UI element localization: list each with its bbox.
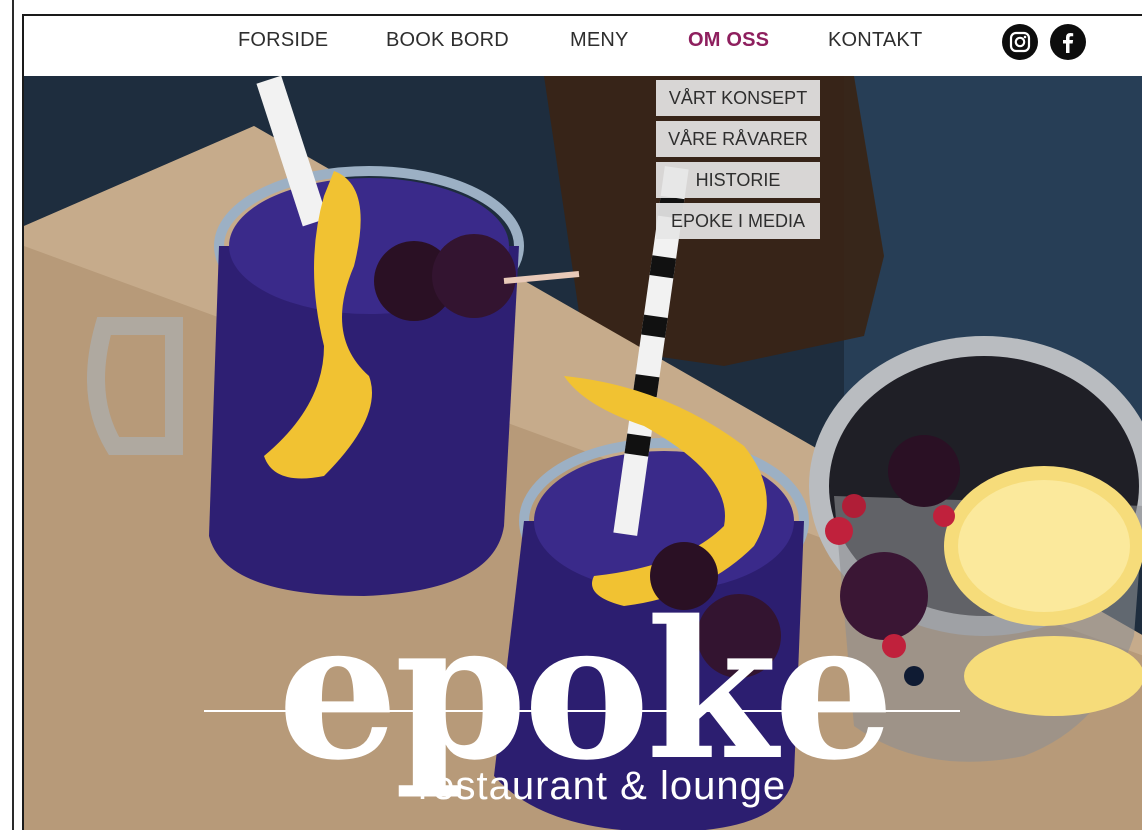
- left-edge: [0, 0, 14, 830]
- dropdown-vare-ravarer[interactable]: VÅRE RÅVARER: [656, 121, 820, 157]
- nav-book-bord[interactable]: BOOK BORD: [386, 28, 509, 52]
- instagram-icon: [1009, 31, 1031, 53]
- dropdown-epoke-i-media[interactable]: EPOKE I MEDIA: [656, 203, 820, 239]
- dropdown-vart-konsept[interactable]: VÅRT KONSEPT: [656, 80, 820, 116]
- nav-forside[interactable]: FORSIDE: [238, 28, 328, 52]
- dropdown-historie[interactable]: HISTORIE: [656, 162, 820, 198]
- om-oss-dropdown: VÅRT KONSEPT VÅRE RÅVARER HISTORIE EPOKE…: [656, 80, 820, 244]
- logo-tagline: restaurant & lounge: [417, 764, 787, 808]
- page-frame: FORSIDE BOOK BORD MENY OM OSS KONTAKT VÅ…: [22, 14, 1142, 830]
- instagram-icon[interactable]: [1002, 24, 1038, 60]
- nav-kontakt[interactable]: KONTAKT: [828, 28, 922, 52]
- top-navbar: FORSIDE BOOK BORD MENY OM OSS KONTAKT: [24, 16, 1142, 76]
- nav-om-oss[interactable]: OM OSS: [688, 28, 769, 52]
- facebook-icon: [1063, 33, 1074, 53]
- divider: [12, 0, 14, 830]
- facebook-icon[interactable]: [1050, 24, 1086, 60]
- nav-meny[interactable]: MENY: [570, 28, 629, 52]
- logo-wordmark: epoke: [277, 579, 895, 802]
